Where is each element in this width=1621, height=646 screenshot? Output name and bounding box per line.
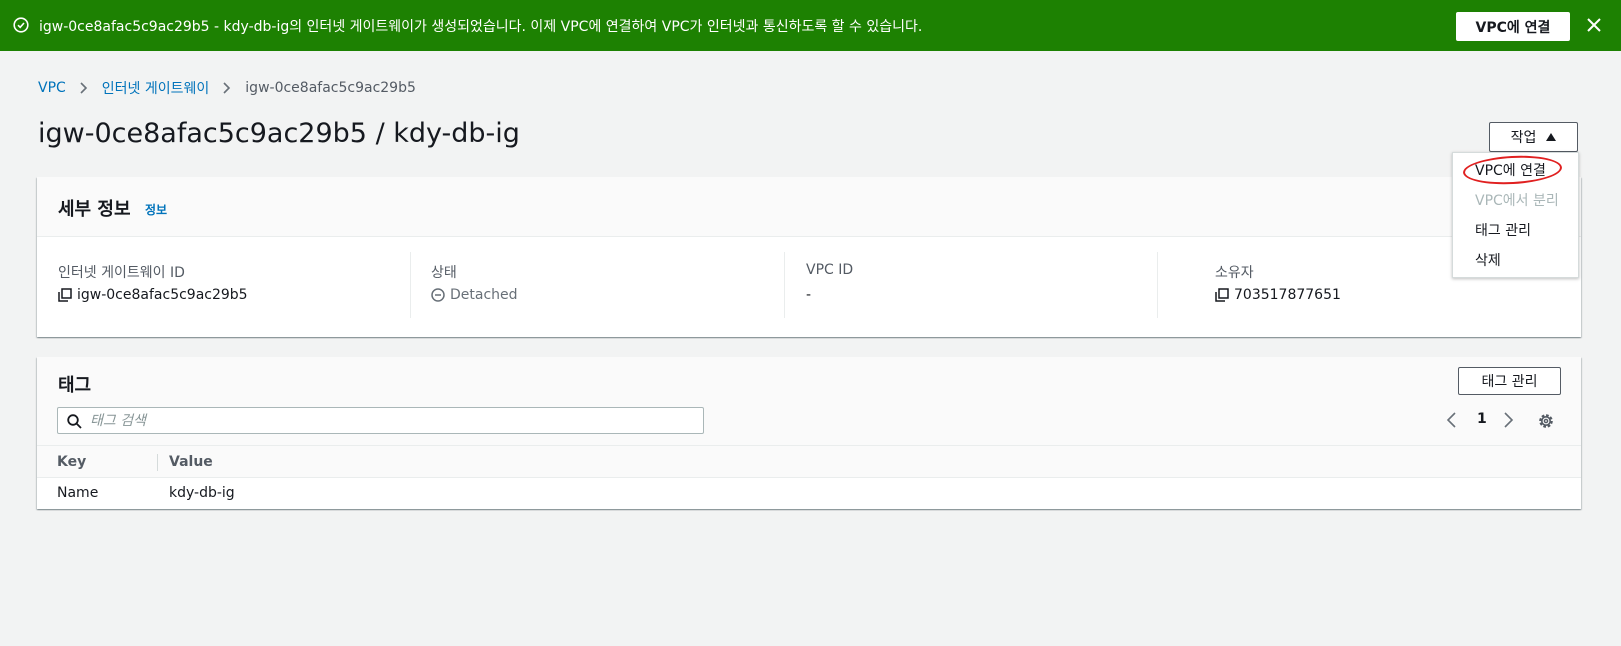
column-header-key[interactable]: Key (57, 454, 86, 470)
breadcrumb-link-internet-gateways[interactable]: 인터넷 게이트웨이 (102, 78, 210, 98)
column-divider (784, 252, 785, 318)
field-value: 703517877651 (1215, 287, 1341, 303)
actions-dropdown-button[interactable]: 작업 (1489, 122, 1578, 152)
details-title: 세부 정보 (58, 199, 131, 220)
chevron-right-icon (80, 82, 87, 94)
page-title: igw-0ce8afac5c9ac29b5 / kdy-db-ig (38, 118, 520, 149)
tags-table-header: Key Value (37, 446, 1581, 478)
vpc-id-value: - (806, 287, 812, 303)
field-state: 상태 Detached (431, 252, 761, 318)
info-link[interactable]: 정보 (145, 201, 167, 218)
field-label: VPC ID (806, 262, 854, 278)
status-detached-icon (431, 288, 445, 302)
chevron-left-icon[interactable] (1445, 411, 1457, 429)
field-vpc-id: VPC ID - (806, 252, 1136, 318)
state-value: Detached (450, 287, 518, 303)
actions-label: 작업 (1510, 130, 1537, 146)
page-number[interactable]: 1 (1477, 411, 1487, 427)
owner-value: 703517877651 (1234, 287, 1341, 303)
menu-item-delete[interactable]: 삭제 (1475, 250, 1501, 270)
details-panel: 세부 정보 정보 인터넷 게이트웨이 ID igw-0ce8afac5c9ac2… (37, 177, 1581, 337)
column-divider (410, 252, 411, 318)
flash-message: igw-0ce8afac5c9ac29b5 - kdy-db-ig의 인터넷 게… (39, 19, 923, 35)
close-icon[interactable] (1587, 18, 1601, 32)
breadcrumb: VPC 인터넷 게이트웨이 igw-0ce8afac5c9ac29b5 (38, 78, 416, 98)
caret-up-icon (1546, 133, 1557, 141)
menu-item-detach-vpc: VPC에서 분리 (1475, 193, 1559, 209)
chevron-right-icon (223, 82, 231, 94)
gear-icon[interactable] (1537, 412, 1555, 430)
tag-search-input[interactable] (90, 411, 690, 431)
manage-tags-button[interactable]: 태그 관리 (1458, 367, 1561, 395)
breadcrumb-link-vpc[interactable]: VPC (38, 80, 66, 96)
field-igw-id: 인터넷 게이트웨이 ID igw-0ce8afac5c9ac29b5 (58, 252, 388, 318)
field-label: 상태 (431, 265, 457, 281)
details-header: 세부 정보 정보 (37, 177, 1581, 237)
field-label: 소유자 (1215, 265, 1254, 281)
menu-item-attach-vpc[interactable]: VPC에 연결 (1475, 160, 1546, 180)
column-header-value[interactable]: Value (169, 454, 213, 470)
search-icon (67, 414, 82, 429)
field-value: igw-0ce8afac5c9ac29b5 (58, 287, 248, 303)
success-check-icon (13, 17, 29, 33)
table-row: Name kdy-db-ig (37, 478, 1581, 509)
copy-icon[interactable] (1215, 288, 1229, 302)
breadcrumb-current: igw-0ce8afac5c9ac29b5 (245, 80, 416, 96)
menu-item-manage-tags[interactable]: 태그 관리 (1475, 220, 1531, 240)
field-label: 인터넷 게이트웨이 ID (58, 265, 185, 281)
field-value: Detached (431, 287, 518, 303)
column-separator (157, 454, 158, 471)
copy-icon[interactable] (58, 288, 72, 302)
tags-header: 태그 태그 관리 1 (37, 357, 1581, 446)
chevron-right-icon[interactable] (1503, 411, 1515, 429)
success-flashbar: igw-0ce8afac5c9ac29b5 - kdy-db-ig의 인터넷 게… (0, 0, 1621, 51)
column-divider (1157, 252, 1158, 318)
igw-id-value: igw-0ce8afac5c9ac29b5 (77, 287, 248, 303)
tag-search (57, 407, 704, 434)
tag-value: kdy-db-ig (169, 485, 235, 501)
tags-title: 태그 (58, 375, 92, 396)
tag-key: Name (57, 485, 99, 501)
tags-panel: 태그 태그 관리 1 Key Value Name kdy-db-ig (37, 357, 1581, 509)
flash-connect-vpc-button[interactable]: VPC에 연결 (1456, 12, 1570, 41)
actions-menu: VPC에 연결 VPC에서 분리 태그 관리 삭제 (1452, 152, 1579, 278)
